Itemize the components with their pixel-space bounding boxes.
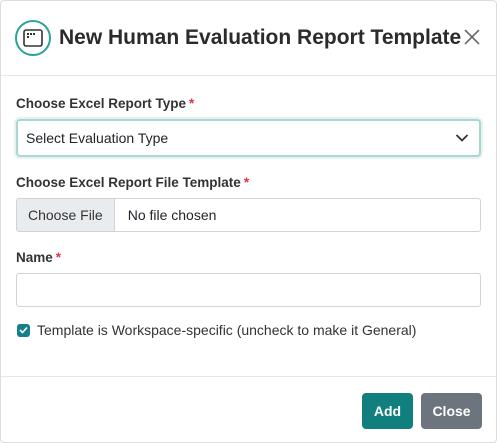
modal-header: New Human Evaluation Report Template (1, 1, 496, 76)
name-label-text: Name (16, 250, 53, 265)
choose-file-button[interactable]: Choose File (17, 199, 115, 231)
close-button[interactable]: Close (421, 393, 482, 429)
modal-footer: Add Close (1, 376, 496, 442)
name-input[interactable] (16, 273, 481, 307)
name-label: Name * (16, 250, 481, 265)
file-input[interactable]: Choose File No file chosen (16, 198, 481, 232)
report-type-label: Choose Excel Report Type * (16, 96, 481, 111)
name-group: Name * (16, 250, 481, 307)
file-template-group: Choose Excel Report File Template * Choos… (16, 175, 481, 232)
modal-dialog: New Human Evaluation Report Template Cho… (0, 0, 497, 443)
close-icon[interactable] (462, 27, 482, 47)
required-marker: * (243, 175, 250, 190)
report-type-select[interactable]: Select Evaluation Type (16, 119, 481, 157)
template-icon (15, 20, 51, 56)
workspace-specific-label[interactable]: Template is Workspace-specific (uncheck … (37, 322, 416, 338)
modal-body: Choose Excel Report Type * Select Evaluat… (1, 76, 496, 338)
workspace-specific-row: Template is Workspace-specific (uncheck … (16, 322, 481, 338)
file-template-label-text: Choose Excel Report File Template (16, 175, 241, 190)
modal-title: New Human Evaluation Report Template (59, 26, 462, 49)
report-type-group: Choose Excel Report Type * Select Evaluat… (16, 96, 481, 157)
add-button[interactable]: Add (362, 393, 413, 429)
file-template-label: Choose Excel Report File Template * (16, 175, 481, 190)
required-marker: * (189, 96, 195, 111)
chevron-down-icon (455, 130, 469, 146)
workspace-specific-checkbox[interactable] (17, 323, 30, 337)
report-type-selected-value: Select Evaluation Type (26, 130, 169, 146)
required-marker: * (55, 250, 62, 265)
file-status-text: No file chosen (127, 207, 217, 223)
report-type-label-text: Choose Excel Report Type (16, 96, 187, 111)
